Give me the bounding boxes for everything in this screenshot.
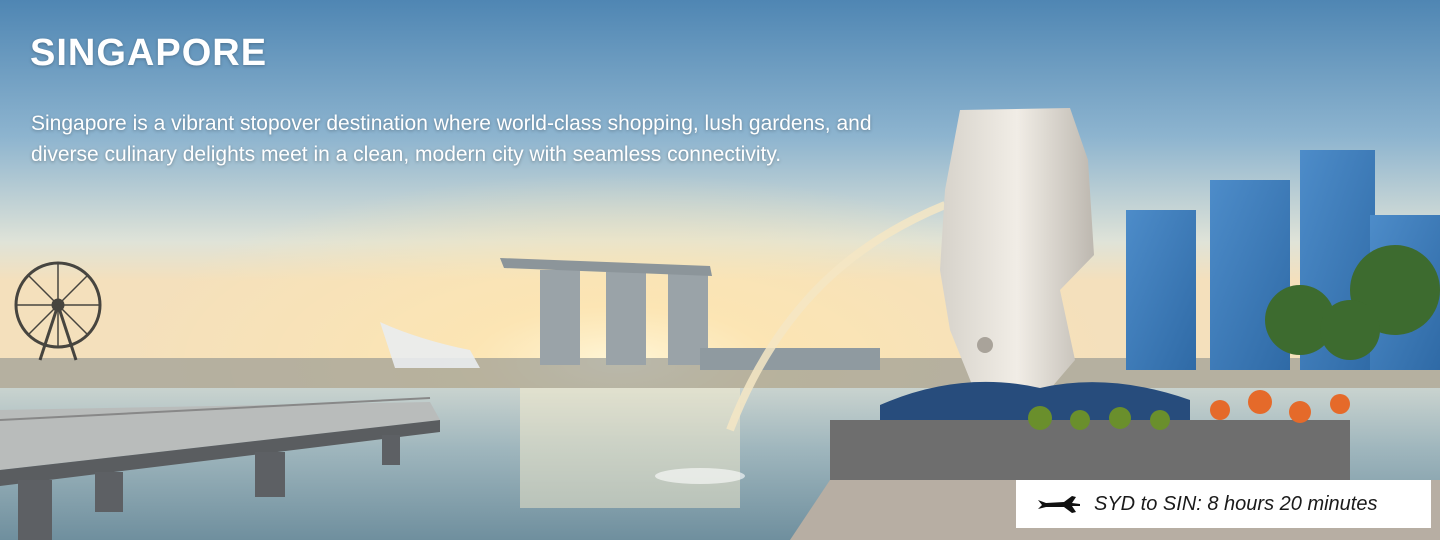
destination-description: Singapore is a vibrant stopover destinat… [31, 112, 872, 166]
merlion-statue [940, 108, 1094, 395]
flight-duration-badge: SYD to SIN: 8 hours 20 minutes [1016, 480, 1431, 528]
destination-title: SINGAPORE [30, 32, 268, 74]
flight-duration-text: SYD to SIN: 8 hours 20 minutes [1094, 492, 1378, 515]
airplane-icon [1038, 496, 1080, 513]
singapore-banner: SINGAPORE Singapore is a vibrant stopove… [0, 0, 1440, 540]
singapore-skyline-photo [0, 0, 1440, 540]
